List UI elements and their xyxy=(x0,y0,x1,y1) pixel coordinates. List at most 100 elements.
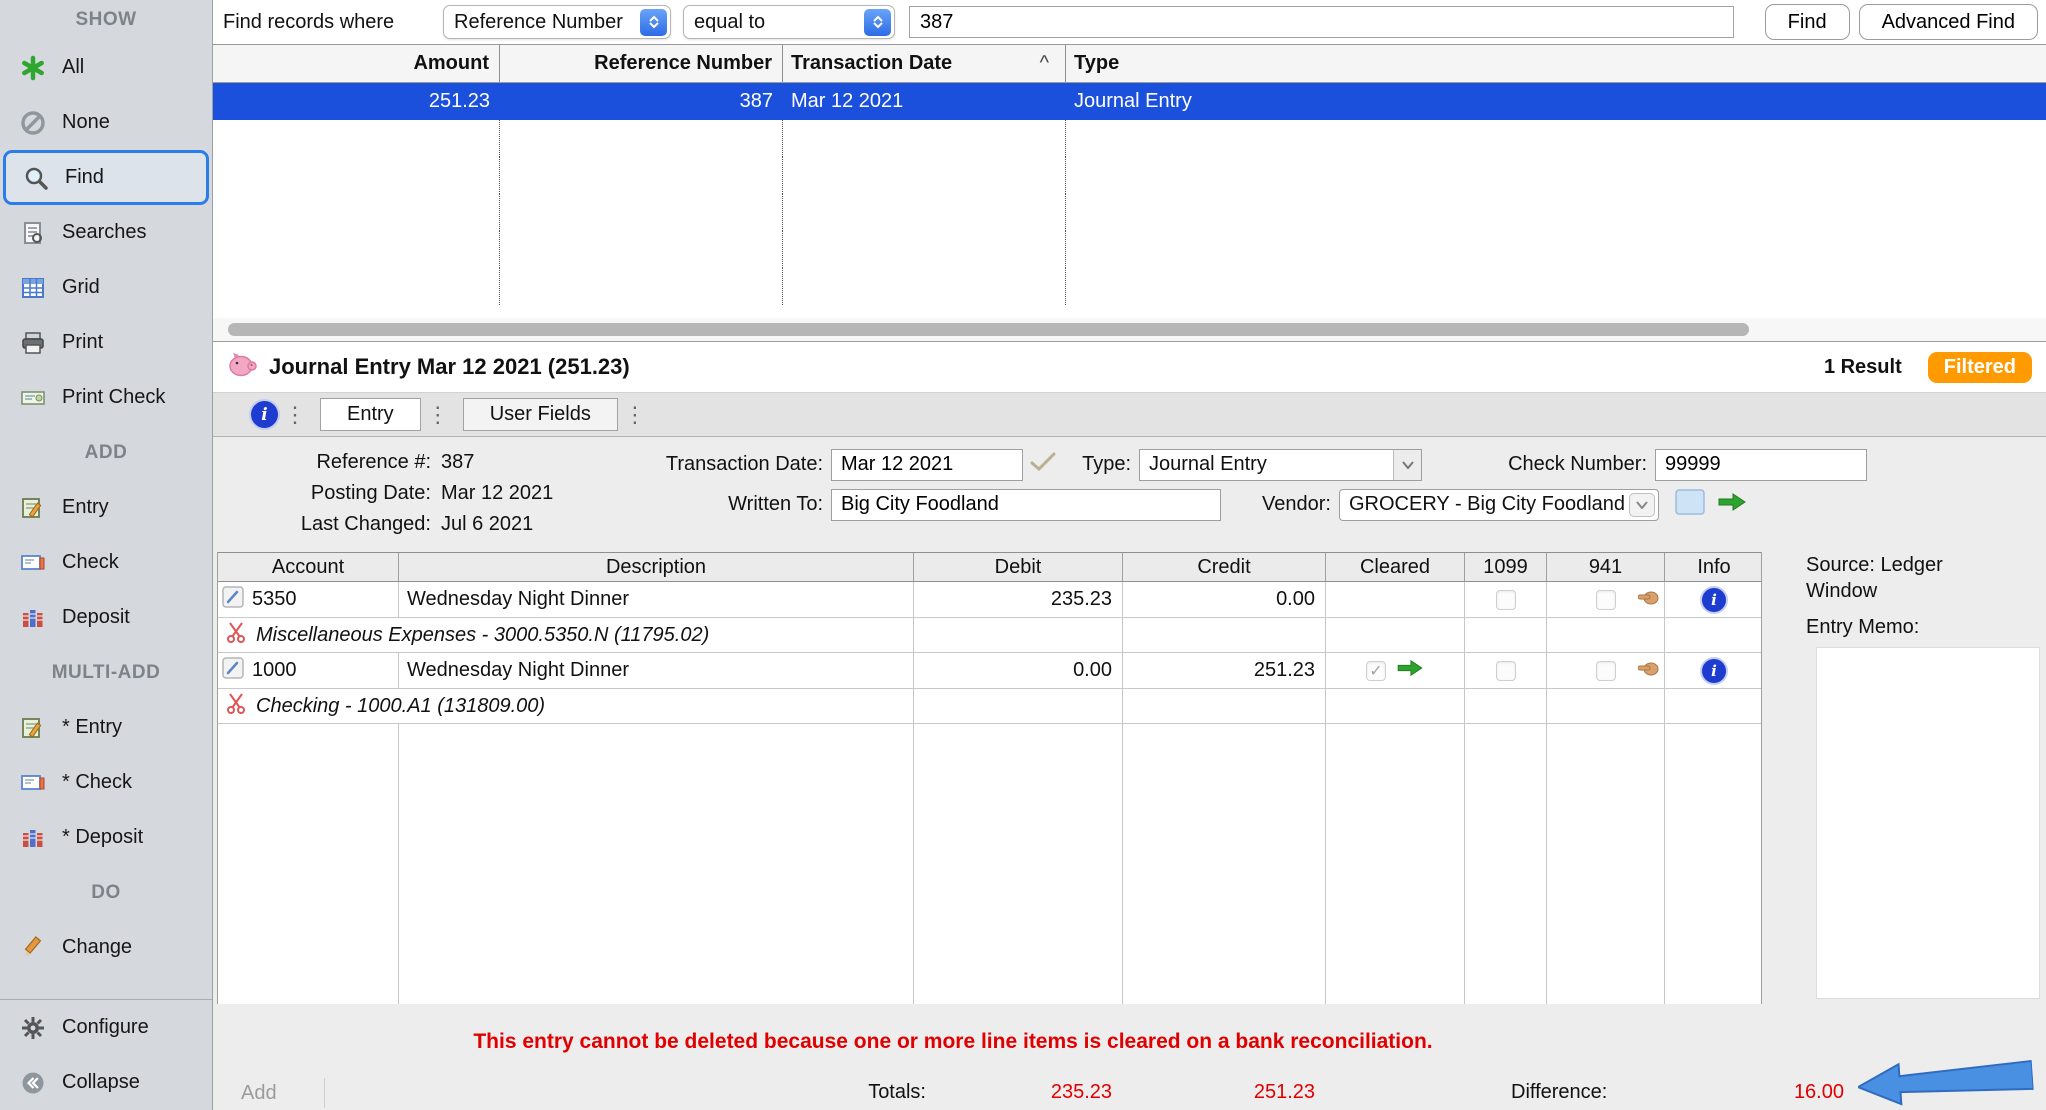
sidebar-item-print-check[interactable]: Print Check xyxy=(0,370,212,425)
result-row-empty xyxy=(213,120,2046,157)
column-header-transaction-date[interactable]: Transaction Date^ xyxy=(783,45,1066,82)
field-select-value: Reference Number xyxy=(444,11,637,34)
result-row-empty xyxy=(213,231,2046,268)
sidebar-item-searches[interactable]: Searches xyxy=(0,205,212,260)
column-header-account: Account xyxy=(218,553,399,581)
cell-info xyxy=(1665,653,1763,688)
sidebar-item-label: Entry xyxy=(62,496,109,519)
column-header-reference-number[interactable]: Reference Number xyxy=(500,45,783,82)
written-to-label: Written To: xyxy=(633,493,823,516)
go-to-vendor-arrow-icon[interactable] xyxy=(1717,491,1747,519)
written-to-input[interactable] xyxy=(831,489,1221,521)
difference-label: Difference: xyxy=(1511,1081,1607,1104)
line-items-empty-area xyxy=(218,724,1761,1004)
advanced-find-button[interactable]: Advanced Find xyxy=(1859,4,2038,40)
scissors-icon[interactable] xyxy=(226,621,246,649)
print-check-icon xyxy=(18,385,48,411)
sidebar-item-entry[interactable]: Entry xyxy=(0,480,212,535)
sidebar-item-find[interactable]: Find xyxy=(3,150,209,205)
ledger-entry-icon xyxy=(18,495,48,521)
cell-reference-number: 387 xyxy=(500,83,783,120)
cell-transaction-date: Mar 12 2021 xyxy=(783,83,1066,120)
sidebar-item-deposit[interactable]: Deposit xyxy=(0,590,212,645)
info-icon[interactable] xyxy=(251,401,278,428)
entry-memo-label: Entry Memo: xyxy=(1806,616,2046,639)
searches-icon xyxy=(18,220,48,246)
cleared-checkbox[interactable] xyxy=(1366,661,1386,681)
sidebar-item-multi-check[interactable]: * Check xyxy=(0,755,212,810)
date-check-icon[interactable] xyxy=(1029,451,1057,479)
delete-warning-text: This entry cannot be deleted because one… xyxy=(253,1030,1653,1054)
vendor-select[interactable]: GROCERY - Big City Foodland xyxy=(1339,489,1659,521)
sidebar-item-change[interactable]: Change xyxy=(0,920,212,975)
info-icon[interactable] xyxy=(1702,659,1726,683)
transaction-date-input[interactable] xyxy=(831,449,1023,481)
check-number-input[interactable] xyxy=(1655,449,1867,481)
tab-user-fields[interactable]: User Fields xyxy=(463,398,618,431)
cell-type: Journal Entry xyxy=(1066,83,2046,120)
field-select[interactable]: Reference Number xyxy=(443,5,671,39)
totals-bar: Add Totals: 235.23 251.23 Difference: 16… xyxy=(213,1078,2046,1110)
sidebar-item-print[interactable]: Print xyxy=(0,315,212,370)
sidebar-item-multi-entry[interactable]: * Entry xyxy=(0,700,212,755)
chevron-down-icon xyxy=(1629,493,1655,517)
sidebar-item-grid[interactable]: Grid xyxy=(0,260,212,315)
totals-label: Totals: xyxy=(726,1081,926,1104)
reference-value: 387 xyxy=(441,451,474,474)
checkbox-941[interactable] xyxy=(1596,661,1616,681)
sidebar-item-label: Configure xyxy=(62,1016,149,1039)
line-items-table: Account Description Debit Credit Cleared… xyxy=(217,552,1762,1004)
collapse-chevrons-icon xyxy=(18,1070,48,1096)
sidebar-item-configure[interactable]: Configure xyxy=(0,1000,212,1055)
add-button[interactable]: Add xyxy=(229,1082,277,1105)
edit-cell-icon[interactable] xyxy=(222,586,244,614)
sidebar-item-label: * Entry xyxy=(62,716,122,739)
type-select[interactable]: Journal Entry xyxy=(1139,449,1422,481)
checkbox-941[interactable] xyxy=(1596,590,1616,610)
sidebar-section-add: ADD xyxy=(0,425,212,480)
sidebar-item-none[interactable]: None xyxy=(0,95,212,150)
sidebar-item-all[interactable]: All xyxy=(0,40,212,95)
hand-icon[interactable] xyxy=(1638,659,1660,683)
line-item-row[interactable]: 5350 Wednesday Night Dinner 235.23 0.00 xyxy=(218,582,1761,618)
tab-entry[interactable]: Entry xyxy=(320,398,421,431)
detail-pane: Journal Entry Mar 12 2021 (251.23) 1 Res… xyxy=(213,342,2046,1110)
search-value-input[interactable] xyxy=(909,6,1734,38)
result-row-selected[interactable]: 251.23 387 Mar 12 2021 Journal Entry xyxy=(213,83,2046,120)
cell-1099 xyxy=(1465,653,1547,688)
scissors-icon[interactable] xyxy=(226,692,246,720)
info-icon[interactable] xyxy=(1702,588,1726,612)
side-panel: Source: Ledger Window Entry Memo: xyxy=(1762,552,2046,1004)
operator-select[interactable]: equal to xyxy=(683,5,895,39)
line-item-row[interactable]: 1000 Wednesday Night Dinner 0.00 251.23 xyxy=(218,653,1761,689)
column-header-1099: 1099 xyxy=(1465,553,1547,581)
cleared-arrow-icon[interactable] xyxy=(1396,658,1424,684)
edit-cell-icon[interactable] xyxy=(222,657,244,685)
line-items-header: Account Description Debit Credit Cleared… xyxy=(218,552,1761,582)
cell-info xyxy=(1665,582,1763,617)
operator-select-value: equal to xyxy=(684,11,861,34)
hand-icon[interactable] xyxy=(1638,588,1660,612)
column-header-type[interactable]: Type xyxy=(1066,45,2046,82)
sort-ascending-icon: ^ xyxy=(1040,52,1065,75)
find-button[interactable]: Find xyxy=(1765,4,1850,40)
check-number-label: Check Number: xyxy=(1477,453,1647,476)
scrollbar-thumb[interactable] xyxy=(228,323,1749,336)
filtered-badge[interactable]: Filtered xyxy=(1928,352,2032,383)
sidebar-item-check[interactable]: Check xyxy=(0,535,212,590)
pencil-icon xyxy=(18,935,48,961)
entry-memo-textarea[interactable] xyxy=(1816,647,2040,999)
column-header-cleared: Cleared xyxy=(1326,553,1465,581)
checkbox-1099[interactable] xyxy=(1496,661,1516,681)
vendor-card-icon[interactable] xyxy=(1675,489,1705,521)
sidebar-item-multi-deposit[interactable]: * Deposit xyxy=(0,810,212,865)
grid-icon xyxy=(18,275,48,301)
checkbox-1099[interactable] xyxy=(1496,590,1516,610)
sidebar-item-collapse[interactable]: Collapse xyxy=(0,1055,212,1110)
cell-amount: 251.23 xyxy=(213,83,500,120)
deposit-coins-icon xyxy=(18,825,48,851)
meta-column: Reference #:387 Posting Date:Mar 12 2021… xyxy=(213,447,633,540)
column-header-amount[interactable]: Amount xyxy=(213,45,500,82)
cell-941 xyxy=(1547,582,1665,617)
horizontal-scrollbar[interactable] xyxy=(213,318,2046,342)
